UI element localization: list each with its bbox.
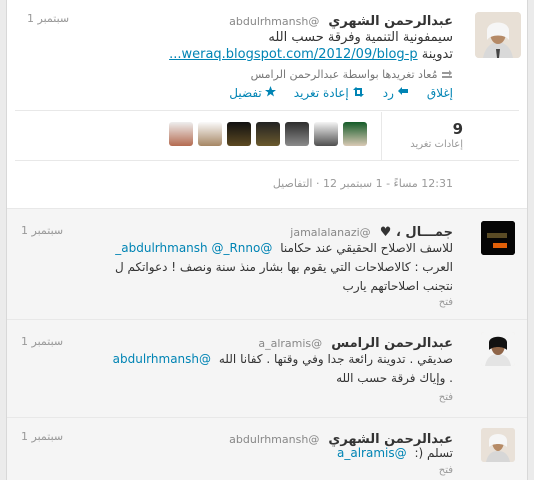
tweet-time[interactable]: 1 سبتمبر — [27, 12, 69, 25]
reply-button[interactable]: رد — [383, 86, 409, 100]
reply-author-avatar[interactable] — [481, 428, 515, 462]
retweet-count[interactable]: 9 — [453, 120, 463, 138]
retweeter-avatar[interactable] — [285, 122, 309, 146]
reply-time[interactable]: 1 سبتمبر — [21, 224, 63, 237]
reply-tweet: عبدالرحمن الشهري @abdulrhmansh 1 سبتمبر … — [7, 417, 527, 480]
reply-author-avatar[interactable] — [481, 332, 515, 366]
reply-author-name[interactable]: عبدالرحمن الرامس — [331, 336, 453, 351]
retweeter-avatar[interactable] — [198, 122, 222, 146]
star-icon — [264, 86, 276, 100]
author-name[interactable]: عبدالرحمن الشهري — [328, 14, 453, 29]
reply-tweet: جمـــال ، ♥ @jamalalanazi 1 سبتمبر للاسف… — [7, 208, 527, 319]
stats-top-divider — [15, 110, 519, 111]
reply-text-line: نتجنب اصلاحاتهم يارب — [342, 279, 453, 293]
retweeted-by-text: مُعاد تغريدها بواسطة عبدالرحمن الرامس — [250, 68, 438, 81]
blog-link[interactable]: weraq.blogspot.com/2012/09/blog-p... — [169, 47, 418, 62]
reply-author-avatar[interactable] — [481, 221, 515, 255]
open-reply-link[interactable]: فتح — [439, 297, 453, 308]
favorite-button[interactable]: تفضيل — [229, 86, 276, 100]
reply-text-line: للاسف الاصلاح الحقيقي عند حكامنا — [280, 241, 453, 255]
tweet-link-line: تدوينة weraq.blogspot.com/2012/09/blog-p… — [169, 47, 453, 62]
author-avatar[interactable] — [475, 12, 521, 58]
close-button[interactable]: إغلاق — [427, 86, 453, 100]
reply-mentions[interactable]: @abdulrhmansh — [113, 352, 211, 366]
retweet-small-icon — [441, 69, 453, 82]
timestamp-separator: · — [312, 177, 320, 190]
retweeter-avatars — [161, 122, 367, 150]
retweet-stats: 9 إعادات تغريد — [381, 112, 463, 160]
stats-bottom-divider — [15, 160, 519, 161]
reply-tweet: عبدالرحمن الرامس @a_alramis 1 سبتمبر صدي… — [7, 319, 527, 417]
reply-time[interactable]: 1 سبتمبر — [21, 430, 63, 443]
retweeter-avatar[interactable] — [314, 122, 338, 146]
tweet-actions: إغلاق رد إعادة تغريد تفضيل — [229, 86, 453, 100]
reply-text-line: . وإياك فرقة حسب الله — [336, 371, 453, 385]
reply-icon — [397, 86, 409, 100]
retweet-button[interactable]: إعادة تغريد — [294, 86, 365, 100]
reply-body: صديقي . تدوينة رائعة جدا وفي وقتها . كفا… — [73, 350, 453, 388]
reply-body: تسلم (: @a_alramis — [73, 444, 453, 463]
reply-text-line: صديقي . تدوينة رائعة جدا وفي وقتها . كفا… — [218, 352, 453, 366]
reply-author-name[interactable]: جمـــال ، ♥ — [380, 225, 453, 240]
reply-mentions[interactable]: @a_alramis — [337, 446, 407, 460]
reply-mentions[interactable]: @abdulrhmansh @_Rnno_ — [115, 241, 272, 255]
retweeted-by-line: مُعاد تغريدها بواسطة عبدالرحمن الرامس — [251, 68, 453, 82]
open-reply-link[interactable]: فتح — [439, 392, 453, 403]
reply-text-line: تسلم (: — [414, 446, 453, 460]
retweet-icon — [352, 86, 365, 100]
reply-time[interactable]: 1 سبتمبر — [21, 335, 63, 348]
reply-author-handle[interactable]: @jamalalanazi — [290, 226, 370, 239]
retweeter-avatar[interactable] — [169, 122, 193, 146]
link-suffix: تدوينة — [421, 47, 453, 62]
retweet-count-label[interactable]: إعادات تغريد — [410, 139, 463, 150]
reply-text-line: العرب : كالاصلاحات التي يقوم بها بشار من… — [114, 260, 453, 274]
author-handle[interactable]: @abdulrhmansh — [229, 15, 319, 28]
retweeter-avatar[interactable] — [256, 122, 280, 146]
reply-body: للاسف الاصلاح الحقيقي عند حكامنا @abdulr… — [73, 239, 453, 296]
tweet-conversation: عبدالرحمن الشهري @abdulrhmansh 1 سبتمبر … — [6, 0, 528, 480]
tweet-timestamp-line: 12:31 مساءً - 1 سبتمبر 12 · التفاصيل — [273, 177, 453, 190]
main-tweet: عبدالرحمن الشهري @abdulrhmansh 1 سبتمبر … — [7, 0, 527, 208]
open-reply-link[interactable]: فتح — [439, 465, 453, 476]
reply-author-handle[interactable]: @a_alramis — [258, 337, 322, 350]
details-link[interactable]: التفاصيل — [273, 177, 313, 190]
retweeter-avatar[interactable] — [227, 122, 251, 146]
retweeter-avatar[interactable] — [343, 122, 367, 146]
tweet-timestamp[interactable]: 12:31 مساءً - 1 سبتمبر 12 — [323, 177, 453, 190]
tweet-text: سيمفونية التنمية وفرقة حسب الله — [268, 30, 453, 45]
